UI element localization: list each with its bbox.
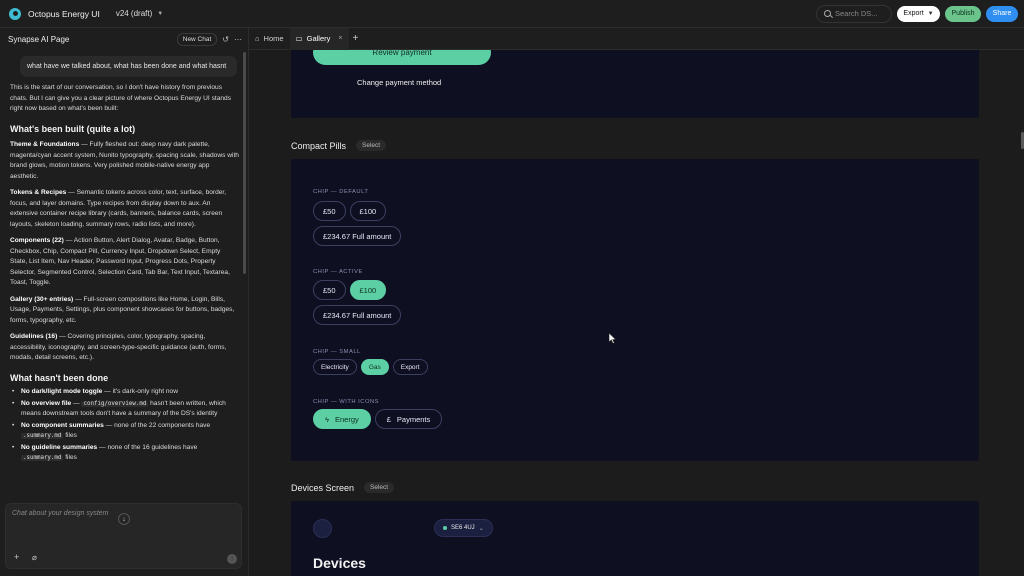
tab-label: Home — [263, 34, 284, 43]
mouse-cursor-icon — [609, 333, 617, 344]
section-title: Compact Pills — [291, 140, 347, 151]
close-icon[interactable]: × — [338, 35, 342, 42]
list-item: No dark/light mode toggle — it's dark-on… — [12, 387, 239, 398]
search-input[interactable]: Search DS... — [816, 4, 892, 23]
chat-panel-title: Synapse AI Page — [8, 34, 70, 44]
add-icon[interactable]: + — [14, 552, 19, 562]
chat-scrollbar[interactable] — [243, 52, 246, 274]
built-item: Tokens & Recipes — Semantic tokens acros… — [10, 189, 227, 228]
change-payment-link[interactable]: Change payment method — [357, 78, 441, 87]
assistant-intro: This is the start of our conversation, s… — [10, 84, 232, 112]
list-item: No guideline summaries — none of the 16 … — [12, 443, 239, 464]
export-label: Export — [903, 10, 924, 17]
gallery-canvas[interactable]: Review payment Change payment method Com… — [249, 50, 1024, 576]
property-selector[interactable]: SE6 4UJ ⌄ — [434, 519, 493, 537]
built-item: Components (22) — Action Button, Alert D… — [10, 237, 230, 286]
devices-title: Devices — [313, 555, 366, 571]
user-message: what have we talked about, what has been… — [20, 56, 237, 77]
publish-button[interactable]: Publish — [945, 5, 981, 22]
devices-header: Devices Screen Select — [291, 482, 395, 493]
chevron-down-icon: ▼ — [157, 10, 164, 17]
export-button[interactable]: Export ▼ — [897, 5, 940, 22]
chat-messages[interactable]: what have we talked about, what has been… — [0, 50, 249, 522]
chip-label: Payments — [396, 414, 431, 424]
app-logo-icon — [9, 7, 21, 20]
select-button[interactable]: Select — [356, 140, 387, 151]
chat-panel-header: Synapse AI Page New Chat ↺ ⋯ — [0, 28, 248, 50]
chip-small-active[interactable]: Gas — [360, 359, 389, 375]
chip[interactable]: £100 — [349, 201, 387, 221]
chip-small[interactable]: Electricity — [313, 359, 357, 375]
built-item: Guidelines (16) — Covering principles, c… — [10, 333, 227, 361]
chip[interactable]: £50 — [313, 280, 346, 300]
search-placeholder: Search DS... — [835, 9, 878, 18]
chip-active-row-2: £234.67 Full amount — [313, 305, 402, 325]
not-done-list: No dark/light mode toggle — it's dark-on… — [10, 387, 239, 464]
chip-energy[interactable]: ϟ Energy — [313, 409, 371, 429]
chip[interactable]: £234.67 Full amount — [313, 226, 402, 246]
lightning-icon: ϟ — [325, 414, 329, 424]
tab-gallery[interactable]: ▭ Gallery × — [289, 27, 349, 50]
chip-default-label: CHIP — DEFAULT — [313, 189, 369, 195]
list-item: No component summaries — none of the 22 … — [12, 421, 239, 442]
chip-active[interactable]: £100 — [349, 280, 387, 300]
chip-active-label: CHIP — ACTIVE — [313, 269, 363, 275]
scroll-down-icon[interactable]: ↓ — [118, 513, 130, 525]
version-label: v24 (draft) — [115, 9, 153, 18]
review-payment-button[interactable]: Review payment — [313, 50, 491, 65]
chip-payments[interactable]: £ Payments — [374, 409, 443, 429]
chip-default-row: £50 £100 — [313, 201, 387, 221]
chip[interactable]: £234.67 Full amount — [313, 305, 402, 325]
top-right-actions: Search DS... Export ▼ Publish Share — [816, 4, 1018, 23]
chip-small[interactable]: Export — [392, 359, 428, 375]
composer-placeholder: Chat about your design system — [12, 510, 109, 517]
home-icon: ⌂ — [255, 34, 260, 43]
version-dropdown[interactable]: v24 (draft) ▼ — [110, 6, 169, 21]
payment-frame: Review payment Change payment method — [291, 50, 979, 118]
tab-bar: ⌂ Home ▭ Gallery × + — [249, 27, 1024, 50]
ai-chat-panel: Synapse AI Page New Chat ↺ ⋯ what have w… — [0, 28, 249, 576]
section-title: Devices Screen — [291, 482, 355, 493]
tab-home[interactable]: ⌂ Home — [249, 28, 290, 50]
chip-label: Energy — [334, 414, 359, 424]
chip-icons-row: ϟ Energy £ Payments — [313, 409, 443, 429]
built-heading: What's been built (quite a lot) — [10, 123, 136, 134]
chip-small-label: CHIP — SMALL — [313, 349, 361, 355]
chevron-down-icon: ▼ — [927, 10, 934, 17]
chip-default-row-2: £234.67 Full amount — [313, 226, 402, 246]
pound-icon: £ — [386, 414, 391, 424]
devices-frame: SE6 4UJ ⌄ Devices — [291, 501, 979, 576]
attach-icon[interactable]: ⌀ — [32, 553, 37, 562]
compact-pills-header: Compact Pills Select — [291, 140, 387, 151]
add-tab-icon[interactable]: + — [353, 33, 359, 44]
tab-label: Gallery — [306, 34, 331, 43]
chip-icons-label: CHIP — WITH ICONS — [313, 399, 380, 405]
send-icon[interactable]: ↑ — [227, 554, 237, 564]
more-options-icon[interactable]: ⋯ — [234, 35, 242, 44]
not-done-heading: What hasn't been done — [10, 372, 109, 383]
app-title: Octopus Energy UI — [28, 8, 100, 19]
assistant-message: This is the start of our conversation, s… — [0, 83, 249, 464]
search-icon — [824, 10, 831, 17]
history-icon[interactable]: ↺ — [222, 35, 229, 44]
chip-small-row: Electricity Gas Export — [313, 359, 428, 375]
chip[interactable]: £50 — [313, 201, 346, 221]
built-item: Theme & Foundations — Fully fleshed out:… — [10, 141, 239, 180]
gallery-icon: ▭ — [295, 34, 303, 43]
property-label: SE6 4UJ — [451, 525, 475, 531]
select-button[interactable]: Select — [364, 482, 395, 493]
share-button[interactable]: Share — [986, 5, 1018, 22]
chevron-down-icon: ⌄ — [478, 525, 484, 532]
top-bar: Octopus Energy UI v24 (draft) ▼ Search D… — [0, 0, 1024, 28]
compact-pills-frame: CHIP — DEFAULT £50 £100 £234.67 Full amo… — [291, 159, 979, 461]
built-item: Gallery (30+ entries) — Full-screen comp… — [10, 295, 235, 324]
avatar[interactable] — [313, 519, 332, 538]
list-item: No overview file — config/overview.md ha… — [12, 399, 239, 420]
status-dot-icon — [443, 526, 447, 530]
new-chat-button[interactable]: New Chat — [176, 32, 218, 46]
chip-active-row: £50 £100 — [313, 280, 387, 300]
